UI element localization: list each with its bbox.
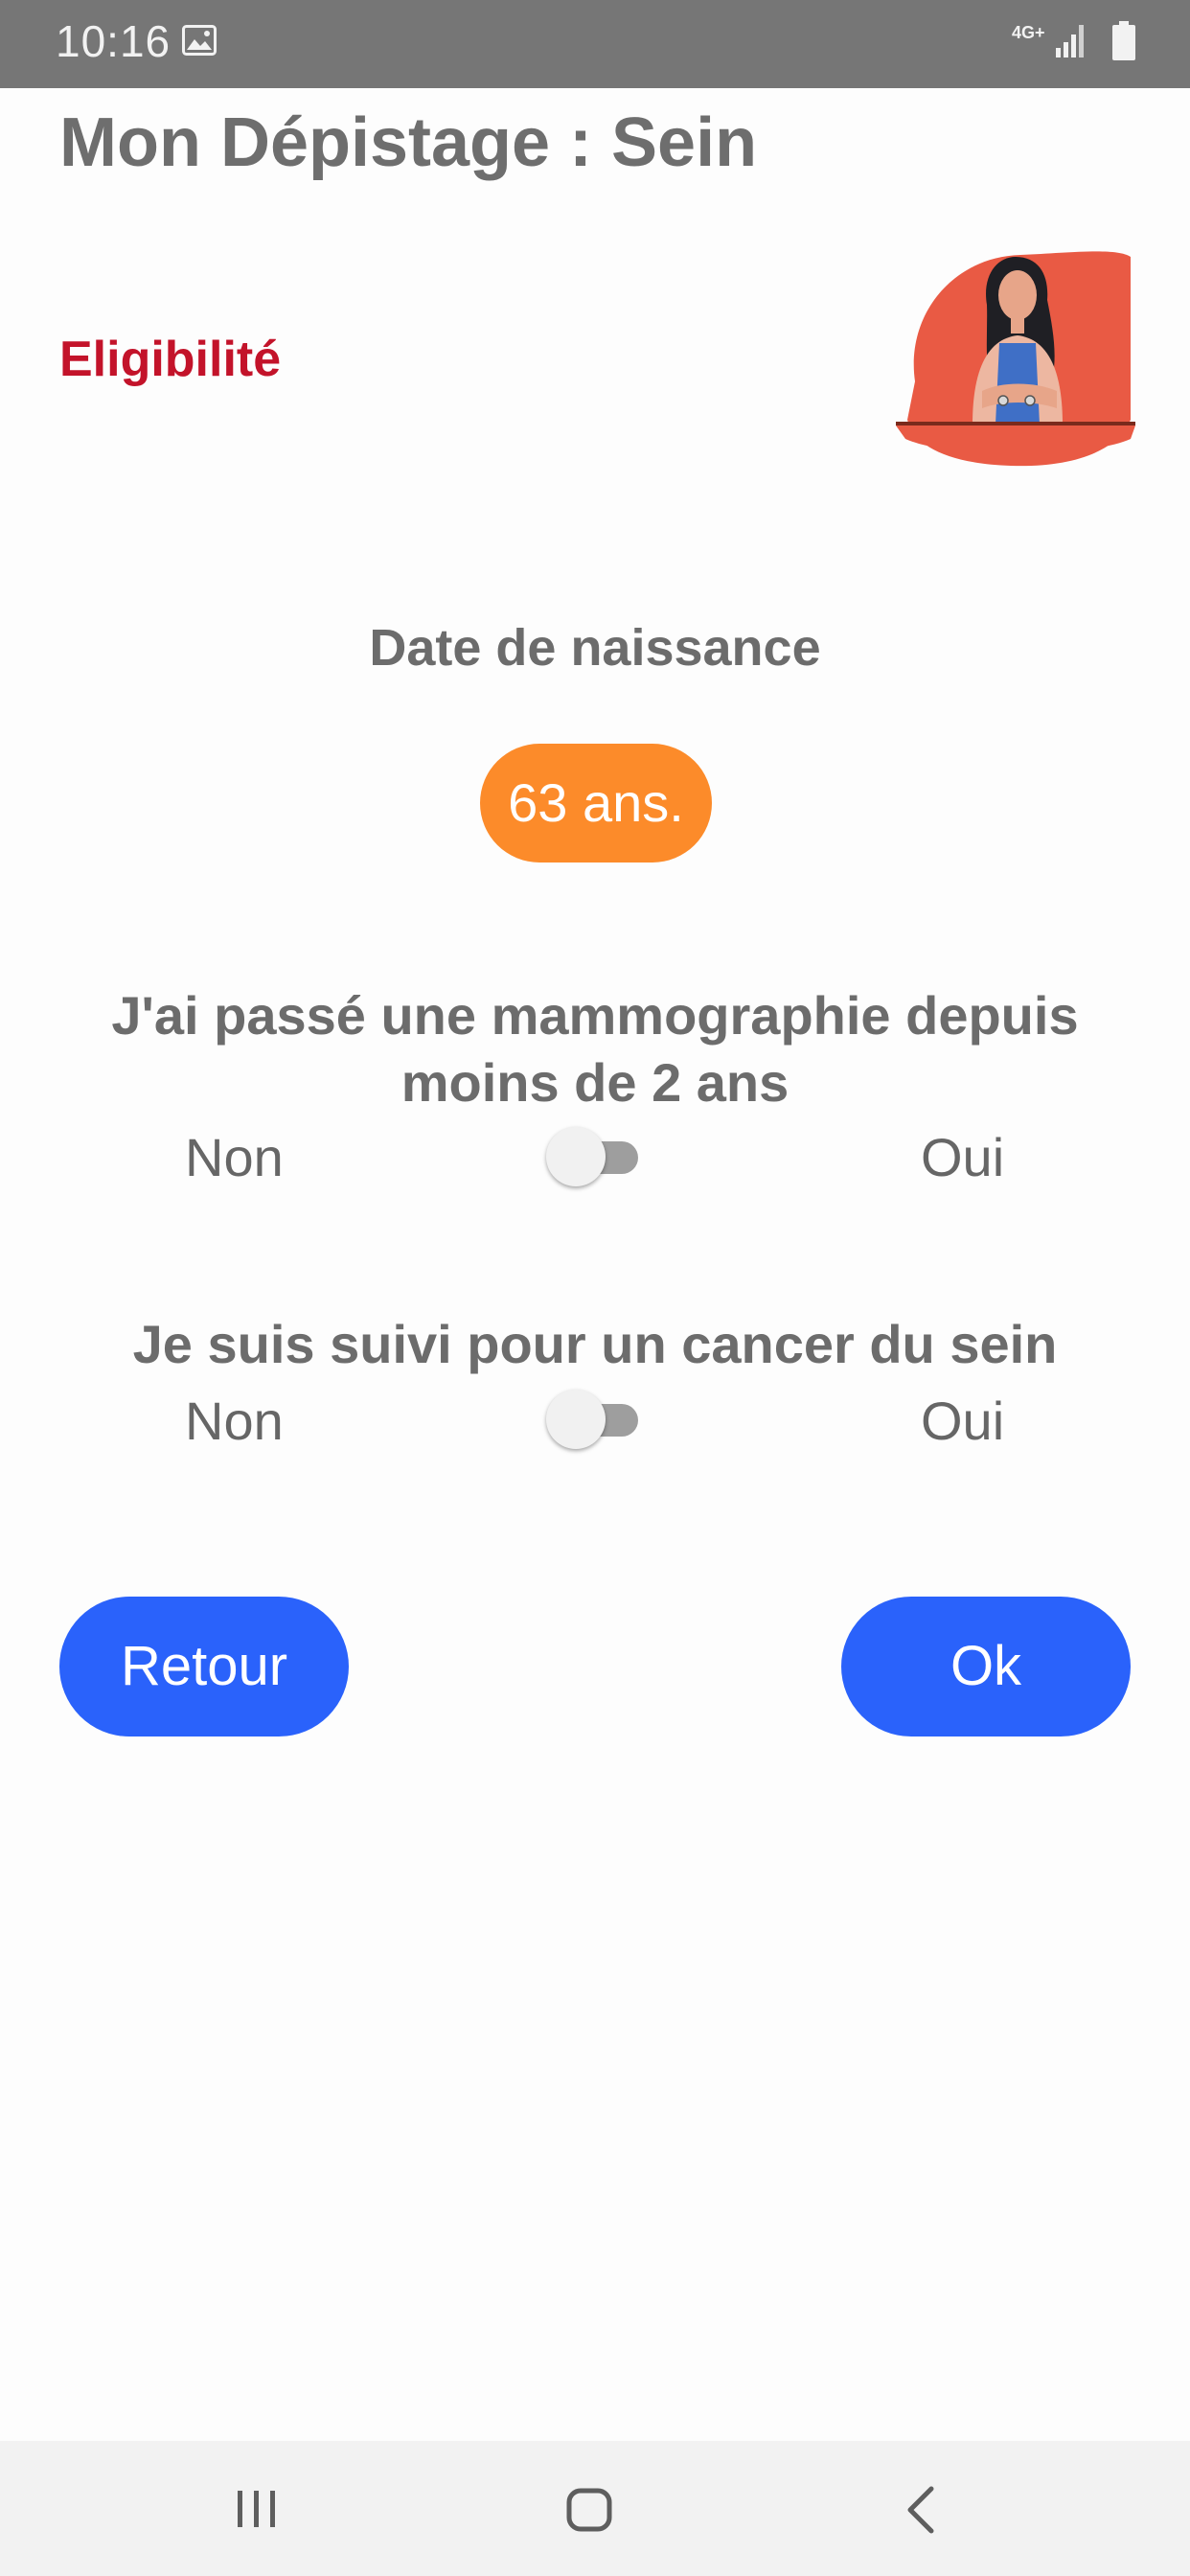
cancer-followup-question: Je suis suivi pour un cancer du sein (132, 1314, 1058, 1374)
navigation-bar (0, 2441, 1190, 2576)
birth-date-label: Date de naissance (369, 619, 821, 677)
cancer-followup-toggle[interactable] (546, 1388, 642, 1449)
signal-icon (1056, 25, 1084, 58)
image-icon (182, 25, 217, 56)
mammography-no-label: Non (185, 1127, 284, 1187)
back-icon[interactable] (903, 2485, 937, 2535)
cancer-no-label: Non (185, 1391, 284, 1451)
back-button[interactable]: Retour (59, 1597, 349, 1736)
battery-icon (1112, 21, 1135, 60)
mammography-yes-label: Oui (921, 1127, 1005, 1187)
toggle-knob (546, 1127, 606, 1186)
status-time: 10:16 (56, 16, 172, 66)
toggle-knob (546, 1390, 606, 1449)
mammography-question-text: J'ai passé une mammographie depuis moins… (111, 985, 1079, 1113)
ok-button[interactable]: Ok (841, 1597, 1131, 1736)
cancer-yes-label: Oui (921, 1391, 1005, 1451)
age-badge[interactable]: 63 ans. (480, 744, 712, 862)
recents-icon[interactable] (234, 2489, 280, 2529)
home-icon[interactable] (565, 2487, 613, 2533)
status-bar: 10:16 4G+ (0, 0, 1190, 88)
mammography-question: J'ai passé une mammographie depuis moins… (0, 982, 1190, 1116)
mammography-toggle[interactable] (546, 1125, 642, 1186)
network-label: 4G+ (1012, 23, 1045, 42)
woman-doctor-illustration (896, 251, 1135, 467)
section-label: Eligibilité (59, 332, 282, 387)
screen: 10:16 4G+ Mon Dépistage : Sein Eligibili… (0, 0, 1190, 2576)
page-title: Mon Dépistage : Sein (59, 104, 758, 181)
